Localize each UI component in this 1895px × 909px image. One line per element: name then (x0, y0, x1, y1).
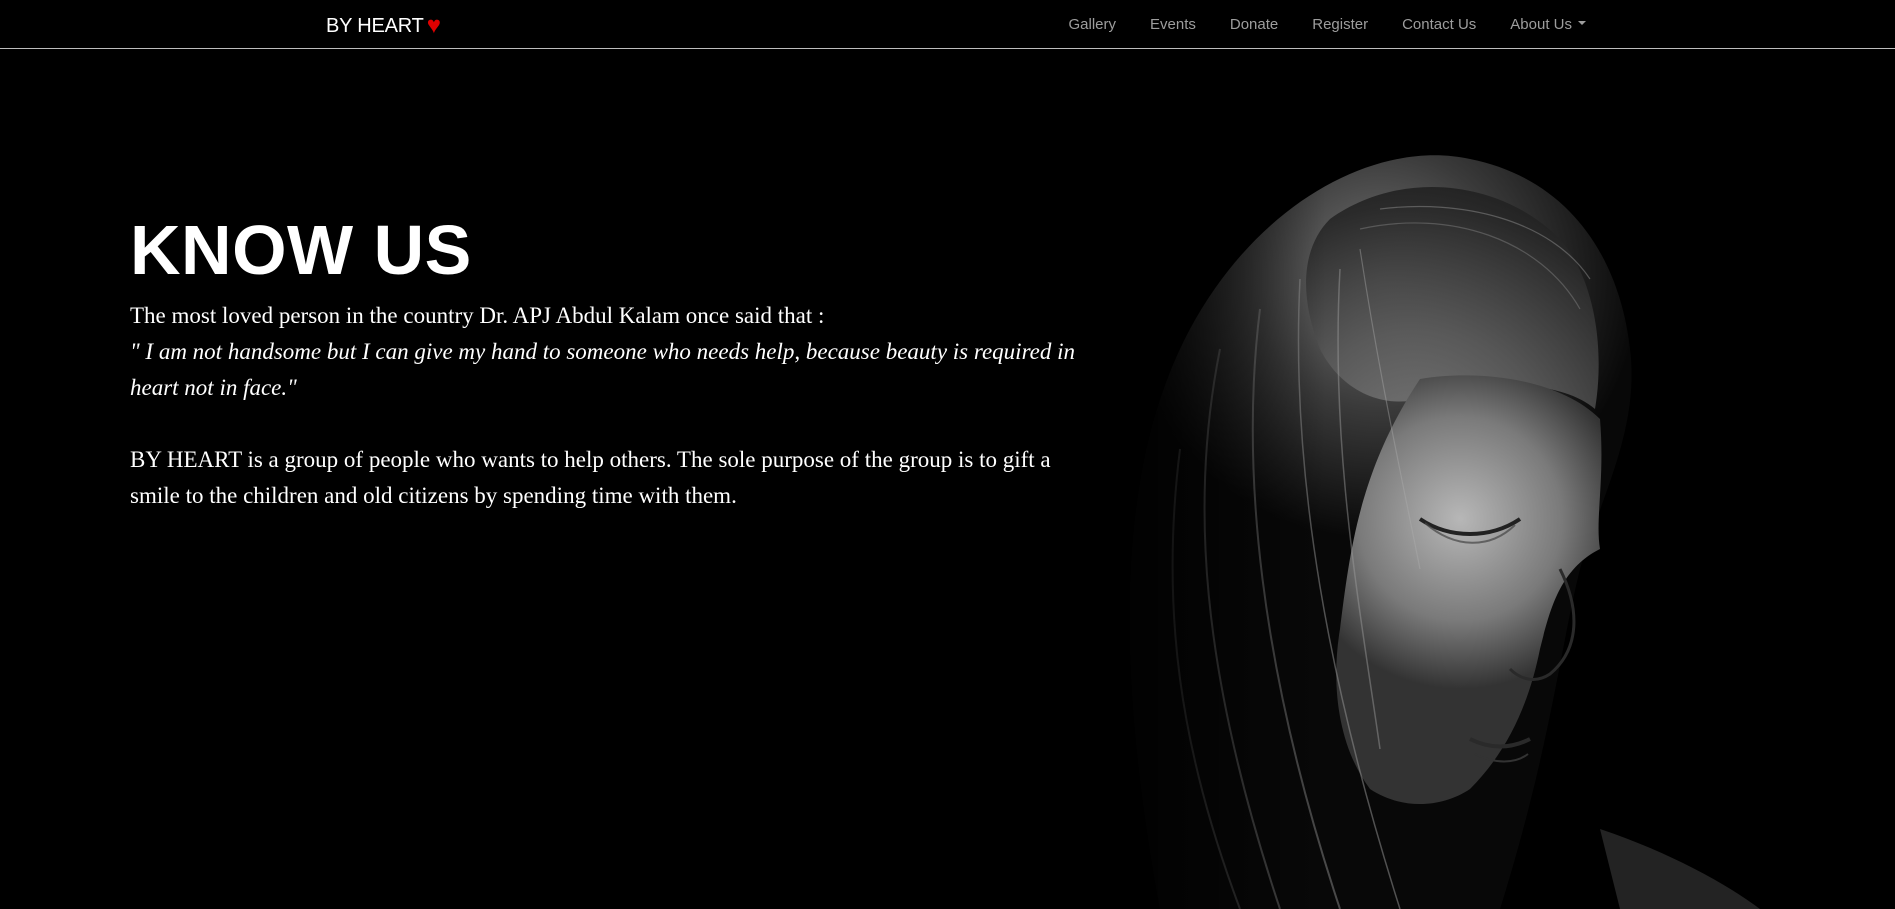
top-navbar: BY HEART ♥ Gallery Events Donate Register… (0, 0, 1895, 49)
kalam-quote: " I am not handsome but I can give my ha… (130, 339, 1076, 400)
nav-link-contact-us[interactable]: Contact Us (1402, 16, 1476, 33)
caret-down-icon (1578, 20, 1586, 25)
brand-name: BY HEART (326, 15, 424, 37)
group-description: BY HEART is a group of people who wants … (130, 447, 1051, 508)
page-title: KNOW US (130, 211, 472, 289)
nav-link-donate[interactable]: Donate (1230, 16, 1278, 33)
nav-dropdown-about-us-label: About Us (1510, 15, 1572, 33)
brand-link[interactable]: BY HEART ♥ (326, 11, 441, 39)
heart-icon: ♥ (426, 12, 441, 39)
know-us-section: KNOW US The most loved person in the cou… (130, 206, 1090, 514)
intro-text: The most loved person in the country Dr.… (130, 303, 825, 328)
nav-link-gallery[interactable]: Gallery (1068, 16, 1116, 33)
nav-link-events[interactable]: Events (1150, 16, 1196, 33)
nav-link-register[interactable]: Register (1312, 16, 1368, 33)
nav-menu: Gallery Events Donate Register Contact U… (1034, 0, 1586, 48)
nav-dropdown-about-us[interactable]: About Us (1510, 16, 1586, 33)
